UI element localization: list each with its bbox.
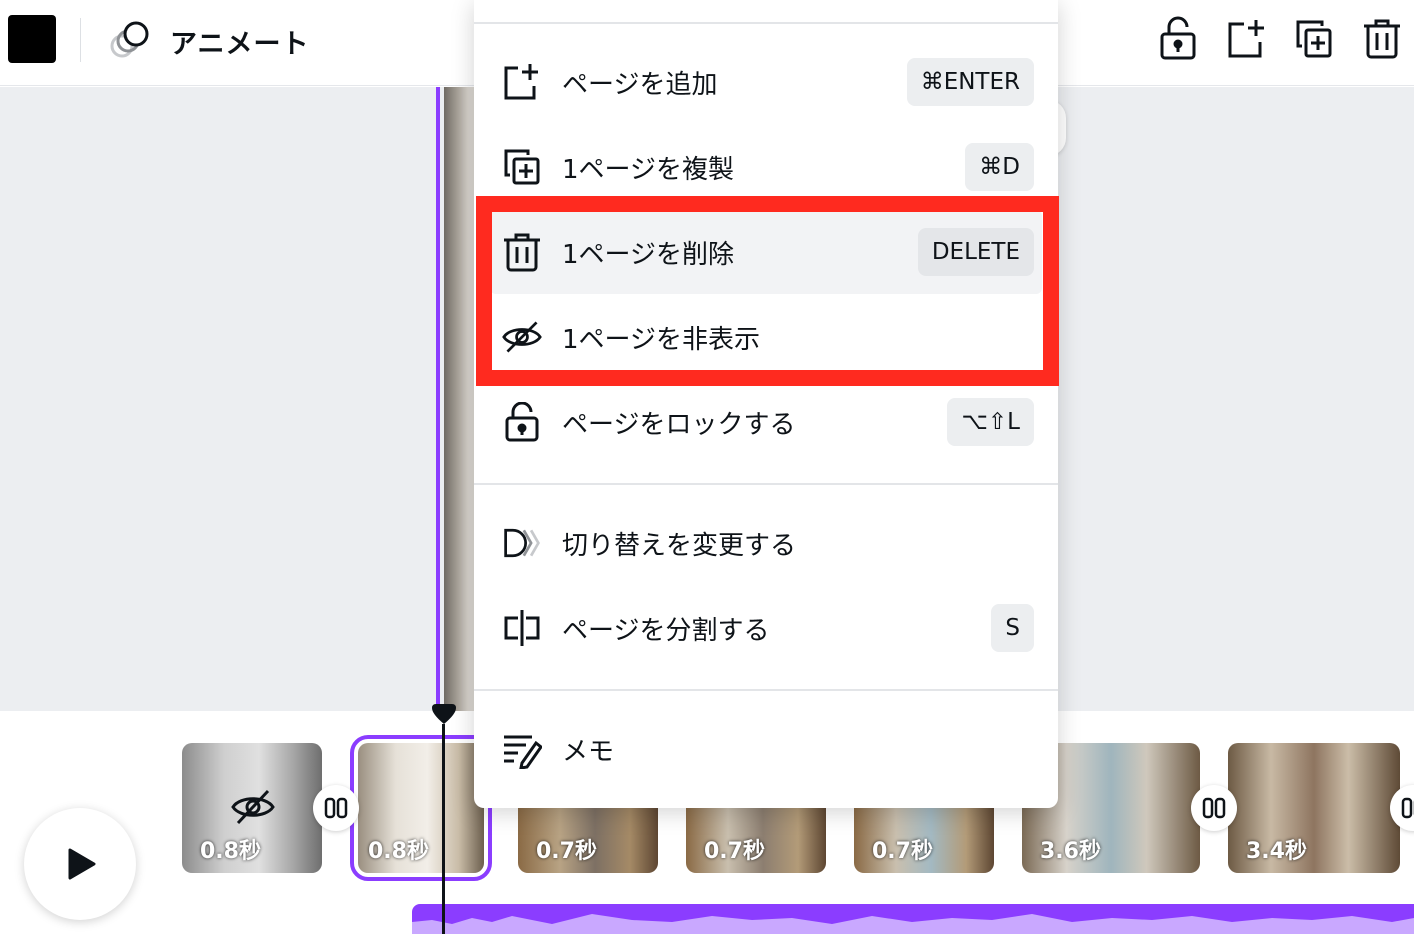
transition-button[interactable]: [313, 785, 359, 831]
menu-item-label: メモ: [562, 737, 615, 767]
thumbnail-duration: 0.7秒: [536, 839, 597, 864]
shortcut-badge: ⌘D: [965, 143, 1034, 191]
split-icon: [504, 610, 540, 646]
trash-icon[interactable]: [1362, 16, 1402, 60]
menu-item-hide-page[interactable]: 1ページを非表示: [490, 295, 1042, 379]
animate-icon[interactable]: [108, 18, 154, 62]
notes-icon: [504, 735, 542, 769]
menu-item-add-page[interactable]: ページを追加 ⌘ENTER: [490, 40, 1042, 124]
menu-item-label: 1ページを非表示: [562, 325, 761, 355]
transition-icon: [1401, 797, 1414, 819]
audio-waveform: [412, 914, 1414, 934]
color-swatch[interactable]: [8, 15, 56, 63]
shortcut-badge: ⌥⇧L: [947, 398, 1034, 446]
thumbnail-duration: 3.6秒: [1040, 839, 1101, 864]
play-icon: [68, 848, 96, 880]
transition-icon: [324, 797, 348, 819]
shortcut-badge: DELETE: [917, 228, 1034, 276]
lock-open-icon[interactable]: [1158, 16, 1198, 60]
play-button[interactable]: [24, 808, 136, 920]
menu-item-notes[interactable]: メモ: [490, 707, 1042, 791]
add-page-icon: [504, 64, 538, 100]
menu-separator: [474, 483, 1058, 485]
duplicate-page-icon[interactable]: [1294, 16, 1334, 60]
menu-separator: [474, 689, 1058, 691]
thumbnail-duration: 0.7秒: [704, 839, 765, 864]
playhead-handle[interactable]: [430, 704, 458, 726]
menu-item-delete-page[interactable]: 1ページを削除 DELETE: [490, 210, 1042, 294]
eye-off-icon: [231, 789, 275, 825]
playhead-line: [442, 724, 445, 934]
timeline-thumbnail-selected[interactable]: 0.8秒: [350, 735, 492, 881]
thumbnail-duration: 3.4秒: [1246, 839, 1307, 864]
shortcut-badge: S: [991, 604, 1034, 652]
eye-off-icon: [502, 321, 542, 353]
lock-open-icon: [505, 402, 539, 442]
menu-item-label: ページをロックする: [562, 410, 796, 440]
menu-item-duplicate-page[interactable]: 1ページを複製 ⌘D: [490, 125, 1042, 209]
menu-item-label: ページを追加: [562, 70, 718, 100]
menu-item-label: ページを分割する: [562, 616, 770, 646]
menu-item-split-page[interactable]: ページを分割する S: [490, 586, 1042, 670]
menu-item-lock-page[interactable]: ページをロックする ⌥⇧L: [490, 380, 1042, 464]
shortcut-badge: ⌘ENTER: [906, 58, 1034, 106]
thumbnail-duration: 0.7秒: [872, 839, 933, 864]
thumbnail-duration: 0.8秒: [200, 839, 261, 864]
audio-track[interactable]: [412, 904, 1414, 934]
transition-button[interactable]: [1191, 785, 1237, 831]
add-page-icon[interactable]: [1226, 16, 1266, 60]
timeline-thumbnail[interactable]: 0.8秒: [182, 743, 322, 873]
menu-item-change-transition[interactable]: 切り替えを変更する: [490, 501, 1042, 585]
menu-separator: [474, 22, 1058, 24]
page-selection-edge: [436, 87, 440, 711]
transition-icon: [1202, 797, 1226, 819]
menu-item-label: 1ページを削除: [562, 240, 735, 270]
timeline-thumbnail[interactable]: 3.4秒: [1228, 743, 1400, 873]
animate-button-label[interactable]: アニメート: [170, 22, 309, 61]
thumbnail-duration: 0.8秒: [368, 839, 429, 864]
toolbar-divider: [80, 18, 81, 62]
page-context-menu: ページを追加 ⌘ENTER 1ページを複製 ⌘D 1ページを削除 DELETE …: [474, 0, 1058, 808]
transition-icon: [504, 528, 540, 558]
trash-icon: [504, 233, 540, 272]
menu-item-label: 1ページを複製: [562, 155, 735, 185]
menu-item-label: 切り替えを変更する: [562, 531, 797, 561]
duplicate-page-icon: [504, 149, 540, 185]
